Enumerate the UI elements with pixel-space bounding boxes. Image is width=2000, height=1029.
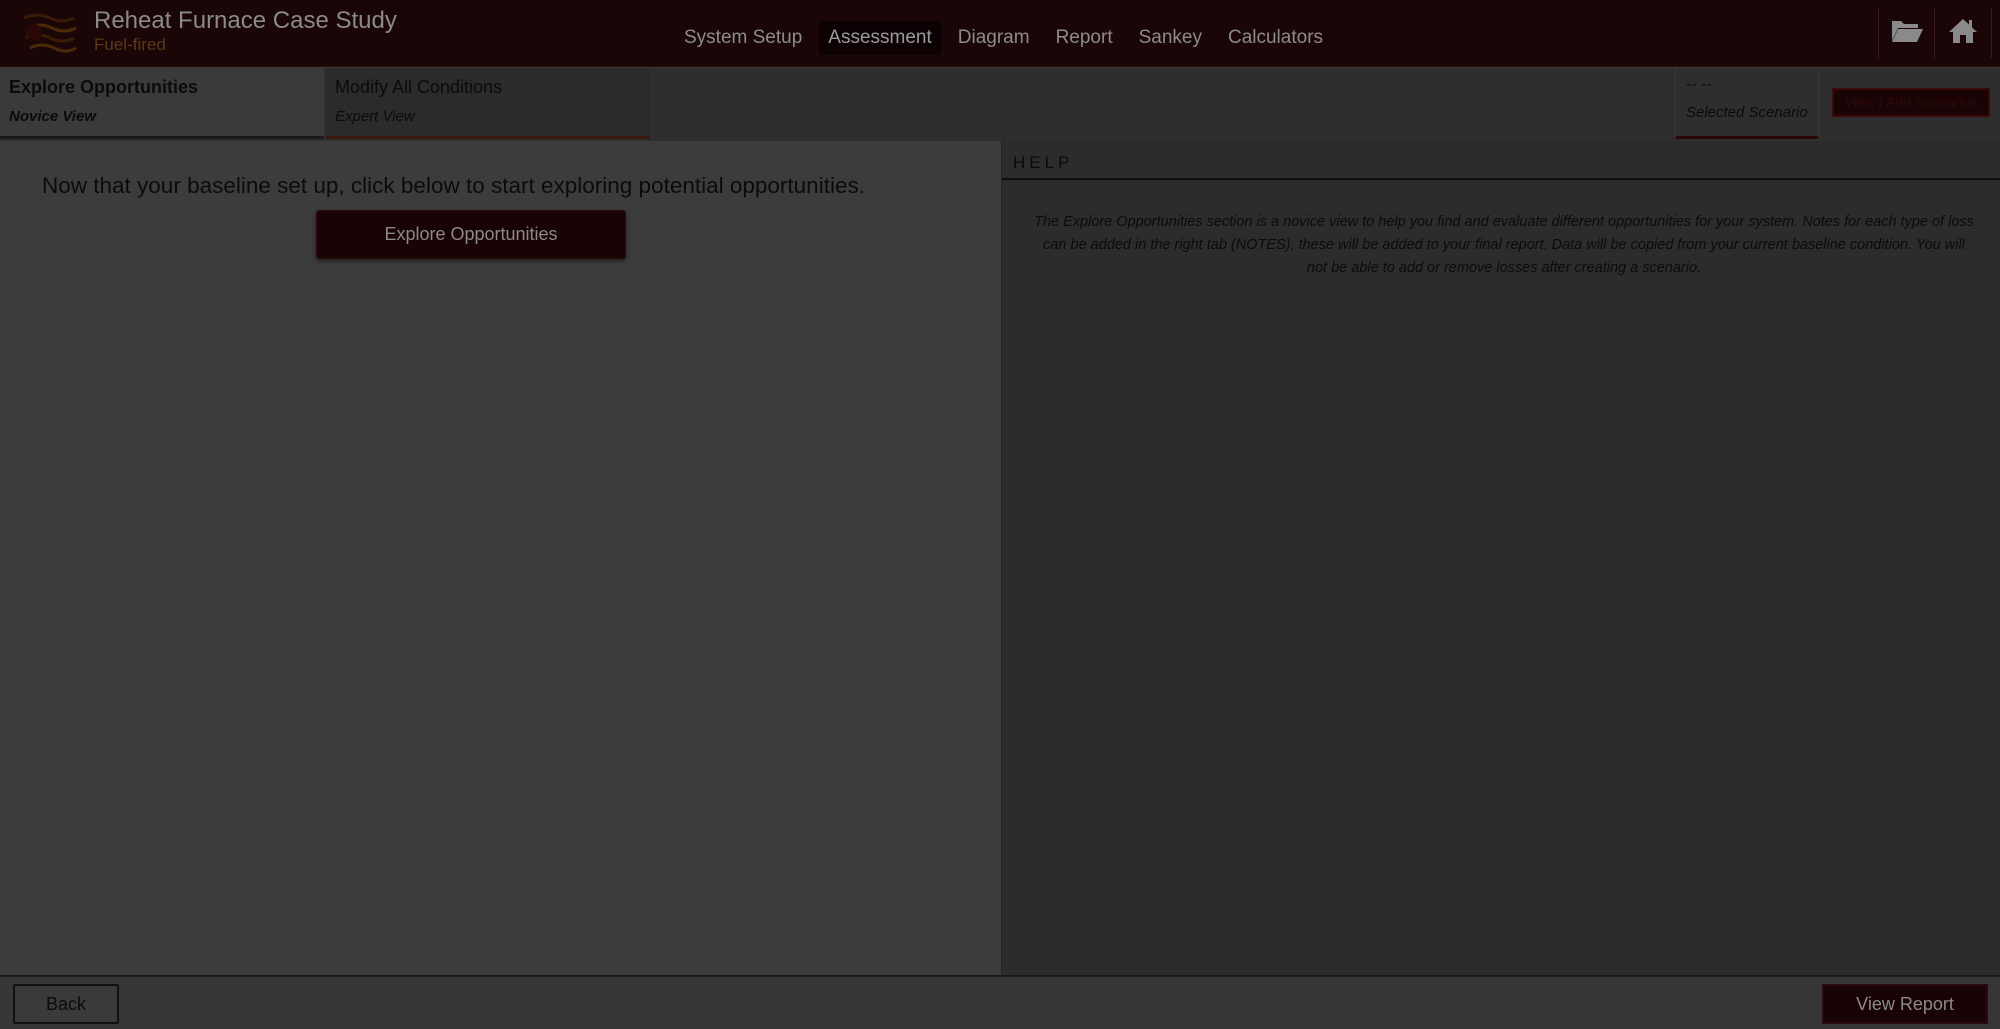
home-icon (1948, 17, 1978, 50)
back-button[interactable]: Back (13, 984, 119, 1024)
nav-report[interactable]: Report (1047, 21, 1122, 55)
nav-diagram[interactable]: Diagram (949, 21, 1039, 55)
explore-opportunities-button[interactable]: Explore Opportunities (316, 210, 626, 259)
view-report-button[interactable]: View Report (1822, 984, 1988, 1024)
header-actions (1878, 8, 2000, 58)
selected-scenario-value: -- -- (1686, 76, 1712, 93)
tab-title: Modify All Conditions (335, 77, 503, 97)
view-add-scenarios-button[interactable]: View / Add Scenarios (1832, 88, 1990, 117)
main-nav: System Setup Assessment Diagram Report S… (675, 20, 1340, 56)
assessment-title: Reheat Furnace Case Study (94, 7, 397, 34)
top-navigation-bar: Reheat Furnace Case Study Fuel-fired Sys… (0, 0, 2000, 67)
tab-subtitle: Novice View (9, 108, 96, 125)
help-panel: HELP The Explore Opportunities section i… (1001, 141, 2000, 975)
tab-explore-opportunities[interactable]: Explore Opportunities Novice View (0, 68, 324, 139)
home-button[interactable] (1934, 8, 1992, 58)
intro-text: Now that your baseline set up, click bel… (42, 173, 865, 198)
selected-scenario-label: Selected Scenario (1686, 104, 1808, 121)
nav-assessment[interactable]: Assessment (819, 21, 941, 55)
nav-system-setup[interactable]: System Setup (675, 21, 811, 55)
nav-calculators[interactable]: Calculators (1219, 21, 1332, 55)
tab-modify-all-conditions[interactable]: Modify All Conditions Expert View (326, 68, 650, 139)
help-text: The Explore Opportunities section is a n… (1034, 214, 1974, 276)
view-toolbar: Explore Opportunities Novice View Modify… (0, 68, 2000, 141)
footer-bar: Back View Report (0, 975, 2000, 1029)
assessment-subtitle: Fuel-fired (94, 35, 166, 54)
nav-sankey[interactable]: Sankey (1130, 21, 1211, 55)
tab-subtitle: Expert View (335, 108, 415, 125)
explore-panel: Now that your baseline set up, click bel… (0, 141, 1001, 975)
folder-open-icon (1890, 17, 1924, 50)
tab-title: Explore Opportunities (9, 77, 199, 97)
open-file-button[interactable] (1878, 8, 1934, 58)
selected-scenario: -- -- Selected Scenario (1675, 68, 1819, 139)
app-logo-icon (20, 8, 78, 56)
help-title: HELP (1013, 153, 1074, 172)
help-divider (1002, 178, 2000, 180)
